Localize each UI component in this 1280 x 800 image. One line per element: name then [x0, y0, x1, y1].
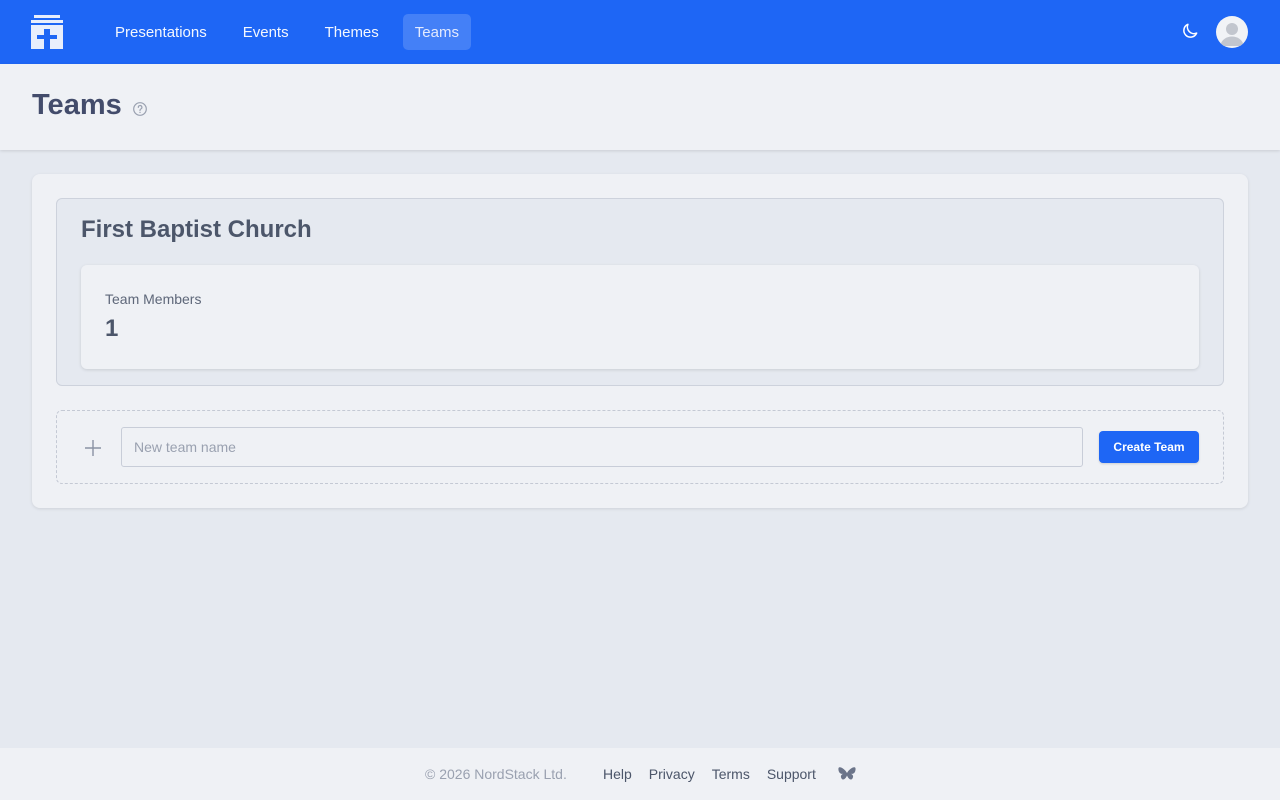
footer-link-support[interactable]: Support	[767, 766, 816, 782]
new-team-name-input[interactable]	[121, 427, 1083, 467]
copyright-text: © 2026 NordStack Ltd.	[425, 766, 567, 782]
nav-presentations[interactable]: Presentations	[103, 14, 219, 50]
main-nav: Presentations Events Themes Teams	[103, 14, 471, 50]
stat-label: Team Members	[105, 291, 202, 307]
page-title: Teams	[32, 89, 122, 121]
nav-themes[interactable]: Themes	[313, 14, 391, 50]
create-team-button[interactable]: Create Team	[1099, 431, 1199, 463]
team-members-stat: Team Members 1	[81, 265, 1199, 369]
footer-link-help[interactable]: Help	[603, 766, 632, 782]
nav-teams[interactable]: Teams	[402, 14, 471, 50]
butterfly-icon[interactable]	[838, 766, 856, 782]
page-header: Teams	[0, 64, 1280, 150]
teams-panel: First Baptist Church Team Members 1 Crea…	[32, 174, 1248, 508]
moon-icon[interactable]	[1180, 21, 1200, 41]
avatar-silhouette-icon	[1220, 23, 1244, 46]
plus-icon	[85, 440, 101, 456]
stat-value: 1	[105, 315, 119, 342]
app-logo-icon[interactable]	[31, 15, 63, 49]
top-navbar: Presentations Events Themes Teams	[0, 0, 1280, 64]
question-circle-icon[interactable]	[132, 101, 148, 117]
user-avatar-icon[interactable]	[1216, 16, 1248, 48]
nav-events[interactable]: Events	[231, 14, 301, 50]
footer-links: Help Privacy Terms Support	[603, 766, 833, 782]
footer-link-privacy[interactable]: Privacy	[649, 766, 695, 782]
team-name: First Baptist Church	[81, 216, 312, 243]
footer-link-terms[interactable]: Terms	[712, 766, 750, 782]
footer: © 2026 NordStack Ltd. Help Privacy Terms…	[0, 748, 1280, 800]
team-card[interactable]: First Baptist Church Team Members 1	[56, 198, 1224, 386]
create-team-row: Create Team	[56, 410, 1224, 484]
